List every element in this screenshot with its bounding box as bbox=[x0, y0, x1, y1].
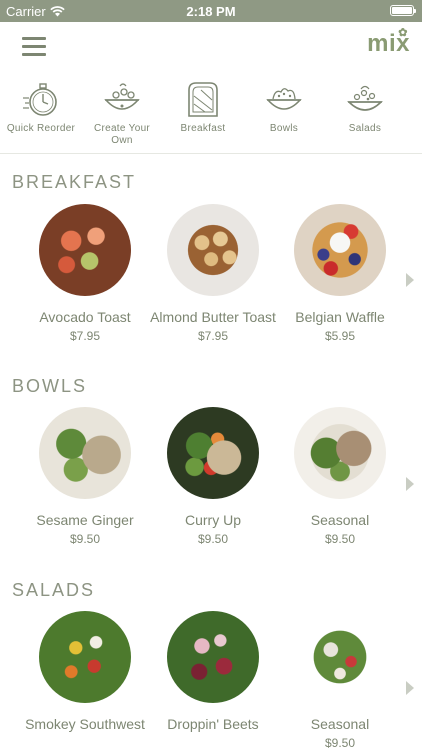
item-name: Seasonal bbox=[310, 716, 370, 732]
menu-item-droppin-beets[interactable]: Droppin' Beets bbox=[148, 611, 278, 732]
salad-icon bbox=[347, 85, 383, 111]
menu-item-seasonal-salad[interactable]: Seasonal $9.50 bbox=[275, 611, 405, 750]
category-label: Create Your Own bbox=[93, 123, 151, 146]
item-name: Droppin' Beets bbox=[167, 716, 259, 732]
food-photo bbox=[294, 407, 386, 499]
category-salads[interactable]: Salads bbox=[325, 80, 405, 135]
section-title-salads: SALADS bbox=[12, 580, 96, 600]
breakfast-next-arrow-icon[interactable] bbox=[406, 273, 414, 287]
item-price: $9.50 bbox=[197, 532, 229, 546]
category-label: Breakfast bbox=[180, 123, 226, 134]
food-photo bbox=[167, 204, 259, 296]
salads-next-arrow-icon[interactable] bbox=[406, 681, 414, 695]
mix-logo: mix ✿ bbox=[367, 27, 410, 57]
category-create-your-own[interactable]: Create Your Own bbox=[82, 80, 162, 147]
toast-icon bbox=[188, 82, 218, 117]
menu-item-curry-up[interactable]: Curry Up $9.50 bbox=[148, 407, 278, 546]
item-price: $7.95 bbox=[197, 329, 229, 343]
category-label: Bowls bbox=[269, 123, 299, 134]
section-title-breakfast: BREAKFAST bbox=[12, 172, 137, 192]
category-label: Salads bbox=[348, 123, 382, 134]
category-divider bbox=[0, 153, 422, 154]
menu-item-sesame-ginger[interactable]: Sesame Ginger $9.50 bbox=[20, 407, 150, 546]
section-title-bowls: BOWLS bbox=[12, 376, 88, 396]
menu-icon[interactable] bbox=[22, 37, 46, 57]
food-photo bbox=[167, 611, 259, 703]
food-photo bbox=[294, 611, 386, 703]
category-bowls[interactable]: Bowls bbox=[244, 80, 324, 135]
menu-item-avocado-toast[interactable]: Avocado Toast $7.95 bbox=[20, 204, 150, 343]
menu-item-belgian-waffle[interactable]: Belgian Waffle $5.95 bbox=[275, 204, 405, 343]
item-price: $9.50 bbox=[69, 532, 101, 546]
food-photo bbox=[39, 611, 131, 703]
menu-item-smokey-southwest[interactable]: Smokey Southwest bbox=[20, 611, 150, 732]
stopwatch-icon bbox=[23, 83, 57, 116]
item-price: $5.95 bbox=[324, 329, 356, 343]
item-price: $9.50 bbox=[324, 532, 356, 546]
item-name: Seasonal bbox=[310, 512, 370, 528]
salad-bowl-icon bbox=[104, 83, 140, 110]
category-breakfast[interactable]: Breakfast bbox=[163, 80, 243, 135]
item-price: $9.50 bbox=[324, 736, 356, 750]
item-name: Almond Butter Toast bbox=[150, 309, 276, 325]
food-photo bbox=[294, 204, 386, 296]
leaf-icon: ✿ bbox=[398, 27, 408, 39]
menu-item-almond-butter-toast[interactable]: Almond Butter Toast $7.95 bbox=[148, 204, 278, 343]
clock: 2:18 PM bbox=[186, 4, 236, 19]
status-bar: Carrier 2:18 PM bbox=[0, 0, 422, 22]
food-photo bbox=[39, 204, 131, 296]
item-name: Belgian Waffle bbox=[295, 309, 385, 325]
category-strip: Quick Reorder Create Your Own Breakfast bbox=[0, 80, 422, 150]
food-photo bbox=[167, 407, 259, 499]
item-price: $7.95 bbox=[69, 329, 101, 343]
item-name: Avocado Toast bbox=[39, 309, 131, 325]
category-label: Quick Reorder bbox=[6, 123, 76, 134]
battery-icon bbox=[390, 5, 416, 16]
menu-item-seasonal-bowl[interactable]: Seasonal $9.50 bbox=[275, 407, 405, 546]
category-quick-reorder[interactable]: Quick Reorder bbox=[1, 80, 81, 135]
app-header: mix ✿ bbox=[0, 22, 422, 72]
food-photo bbox=[39, 407, 131, 499]
grain-bowl-icon bbox=[266, 88, 302, 110]
bowls-next-arrow-icon[interactable] bbox=[406, 477, 414, 491]
item-name: Smokey Southwest bbox=[25, 716, 145, 732]
item-name: Curry Up bbox=[184, 512, 241, 528]
item-name: Sesame Ginger bbox=[36, 512, 134, 528]
